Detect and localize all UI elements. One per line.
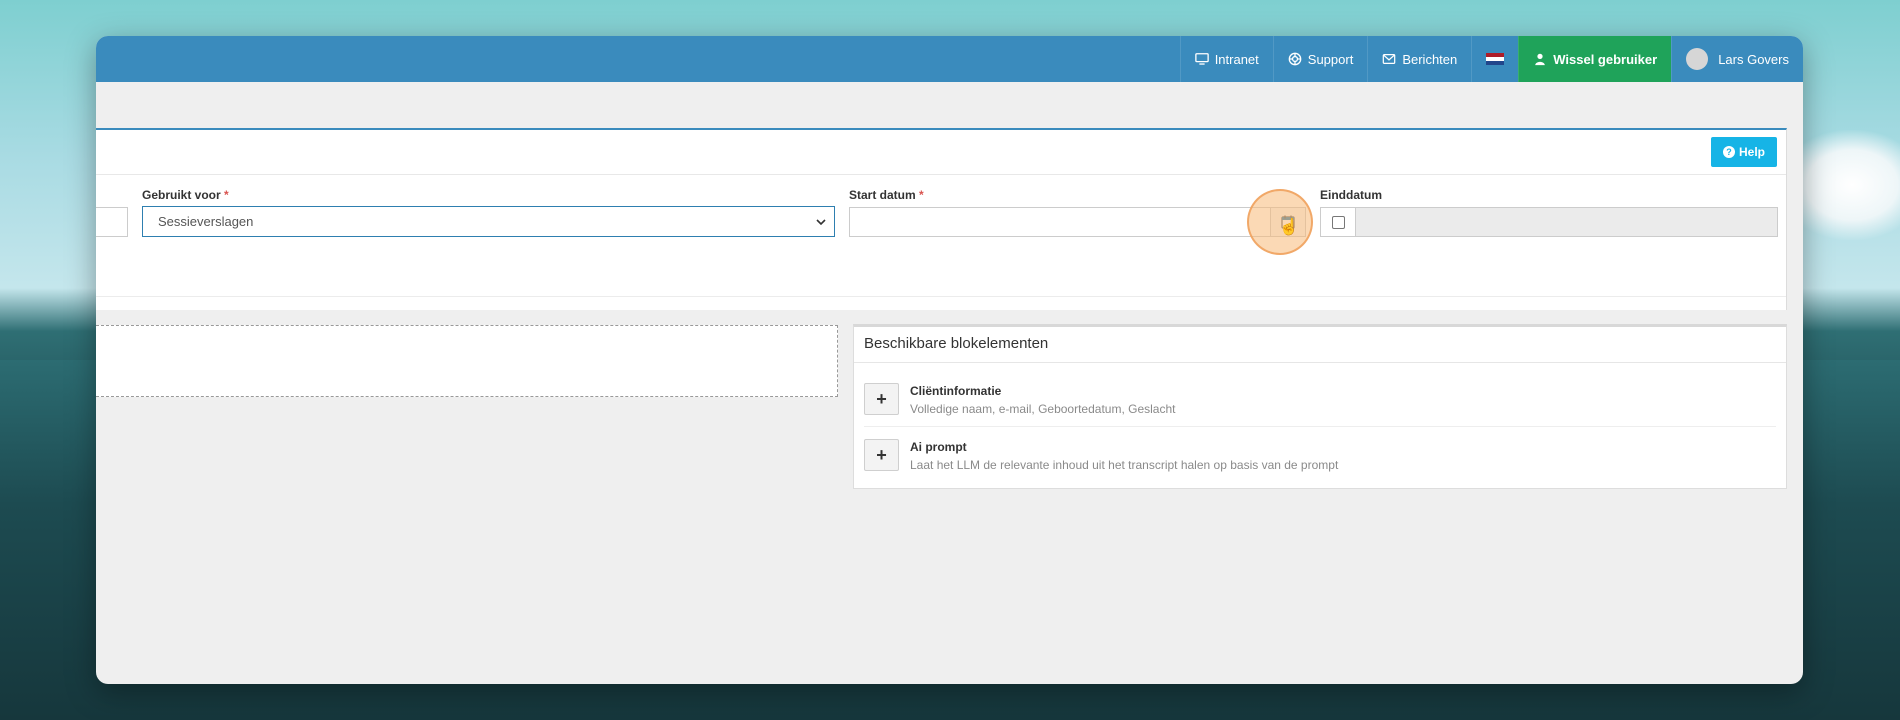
nav-support[interactable]: Support <box>1272 36 1368 82</box>
netherlands-flag-icon <box>1486 53 1505 65</box>
block-name: Cliëntinformatie <box>910 384 1002 398</box>
block-item-client-info: + Cliëntinformatie Volledige naam, e-mai… <box>864 383 1776 429</box>
panel-divider <box>854 362 1786 363</box>
panel-divider <box>96 296 1786 297</box>
chevron-down-icon <box>816 218 826 225</box>
user-secret-icon <box>1535 53 1546 66</box>
nav-berichten-label: Berichten <box>1402 51 1458 67</box>
language-switcher[interactable] <box>1471 36 1518 82</box>
nav-support-label: Support <box>1307 51 1354 67</box>
nav-intranet-label: Intranet <box>1214 51 1259 67</box>
required-marker: * <box>919 188 924 202</box>
app-window: Intranet Support Berichten Wissel gebrui… <box>96 36 1803 684</box>
top-navigation-bar: Intranet Support Berichten Wissel gebrui… <box>96 36 1803 82</box>
name-input[interactable] <box>96 207 128 237</box>
monitor-icon <box>1194 53 1209 65</box>
required-marker: * <box>224 188 229 202</box>
start-date-label: Start datum * <box>849 188 924 202</box>
avatar <box>1686 48 1709 70</box>
help-button-label: Help <box>1738 145 1765 159</box>
add-block-button[interactable]: + <box>864 383 899 415</box>
used-for-label-text: Gebruikt voor <box>142 188 221 202</box>
end-date-label: Einddatum <box>1320 188 1382 202</box>
end-date-label-text: Einddatum <box>1320 188 1382 202</box>
plus-icon: + <box>876 444 887 465</box>
used-for-select[interactable]: Sessieverslagen <box>142 206 835 237</box>
start-date-input[interactable] <box>849 207 1271 237</box>
start-date-label-text: Start datum <box>849 188 916 202</box>
question-circle-icon: ? <box>1722 146 1735 158</box>
block-item-ai-prompt: + Ai prompt Laat het LLM de relevante in… <box>864 439 1776 485</box>
used-for-value: Sessieverslagen <box>158 214 254 229</box>
end-date-input <box>1355 207 1778 237</box>
add-block-button[interactable]: + <box>864 439 899 471</box>
available-blocks-panel: Beschikbare blokelementen + Cliëntinform… <box>853 324 1787 489</box>
help-button[interactable]: ? Help <box>1711 137 1777 167</box>
block-description: Laat het LLM de relevante inhoud uit het… <box>910 458 1339 472</box>
envelope-icon <box>1383 54 1396 64</box>
user-name: Lars Govers <box>1718 51 1789 67</box>
block-divider <box>864 426 1776 427</box>
switch-user-button[interactable]: Wissel gebruiker <box>1518 36 1672 82</box>
lifebuoy-icon <box>1288 52 1302 66</box>
switch-user-label: Wissel gebruiker <box>1553 51 1658 67</box>
block-description: Volledige naam, e-mail, Geboortedatum, G… <box>910 402 1176 416</box>
end-date-checkbox[interactable] <box>1331 215 1345 229</box>
block-name: Ai prompt <box>910 440 967 454</box>
available-blocks-title: Beschikbare blokelementen <box>864 335 1049 352</box>
nav-berichten[interactable]: Berichten <box>1367 36 1471 82</box>
panel-divider <box>96 174 1786 175</box>
template-settings-panel: ? Help Gebruikt voor * Sessieverslagen S… <box>96 128 1787 310</box>
hand-cursor-icon: ☝ <box>1279 219 1299 236</box>
block-dropzone[interactable] <box>96 325 838 397</box>
nav-intranet[interactable]: Intranet <box>1179 36 1273 82</box>
used-for-label: Gebruikt voor * <box>142 188 229 202</box>
plus-icon: + <box>876 388 887 409</box>
end-date-toggle[interactable] <box>1320 207 1356 237</box>
user-menu[interactable]: Lars Govers <box>1671 36 1803 82</box>
